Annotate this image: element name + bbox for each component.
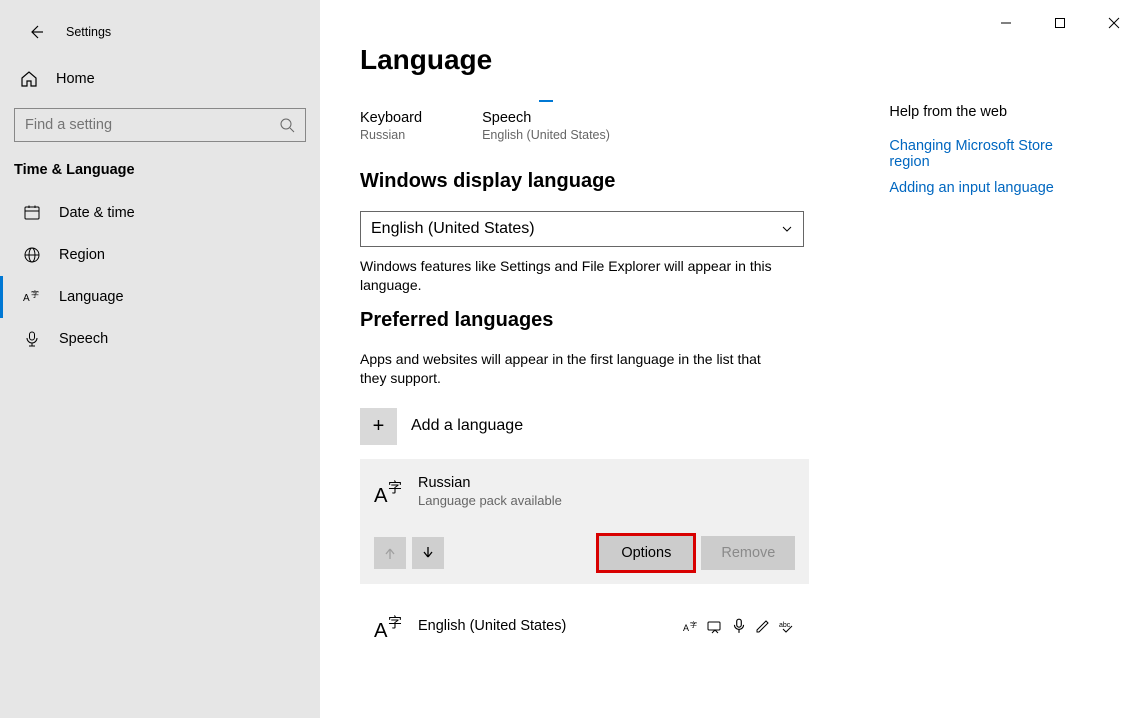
help-link-input-language[interactable]: Adding an input language (889, 180, 1097, 196)
svg-text:abc: abc (779, 622, 791, 629)
home-icon (20, 70, 38, 88)
tile-label: Speech (482, 110, 610, 126)
speech-rec-icon (731, 618, 747, 634)
language-sub: Language pack available (418, 493, 562, 508)
preferred-languages-title: Preferred languages (360, 309, 809, 332)
plus-icon: + (360, 408, 397, 445)
handwriting-icon (755, 618, 771, 634)
sidebar-item-region[interactable]: Region (0, 234, 320, 276)
sidebar-item-language[interactable]: A字 Language (0, 276, 320, 318)
sidebar-section-title: Time & Language (0, 162, 320, 192)
add-language-label: Add a language (411, 417, 523, 435)
sidebar-item-label: Speech (59, 331, 108, 347)
spellcheck-icon: abc (779, 618, 795, 634)
help-title: Help from the web (889, 104, 1097, 120)
svg-text:A: A (683, 623, 689, 633)
language-icon: A字 (374, 477, 402, 505)
help-link-store-region[interactable]: Changing Microsoft Store region (889, 138, 1097, 170)
display-language-title: Windows display language (360, 170, 809, 193)
tile-indicator (539, 100, 553, 102)
display-language-note: Windows features like Settings and File … (360, 257, 780, 295)
chevron-down-icon (781, 223, 793, 235)
sidebar-item-date-time[interactable]: Date & time (0, 192, 320, 234)
svg-text:字: 字 (31, 289, 39, 299)
language-card-english[interactable]: A字 English (United States) A字 abc (360, 598, 809, 654)
search-input[interactable] (25, 117, 279, 133)
display-lang-icon: A字 (683, 618, 699, 634)
preferred-languages-note: Apps and websites will appear in the fir… (360, 350, 780, 388)
tile-value: English (United States) (482, 128, 610, 142)
display-language-dropdown[interactable]: English (United States) (360, 211, 804, 247)
move-up-button[interactable] (374, 537, 406, 569)
search-icon (279, 117, 295, 133)
tile-value: Russian (360, 128, 422, 142)
sidebar-home-label: Home (56, 71, 95, 87)
app-title: Settings (66, 25, 111, 39)
dropdown-value: English (United States) (371, 220, 535, 238)
svg-text:字: 字 (388, 480, 402, 496)
svg-text:字: 字 (388, 614, 402, 630)
clock-icon (23, 204, 41, 222)
tile-label: Keyboard (360, 110, 422, 126)
language-name: English (United States) (418, 618, 566, 634)
remove-button[interactable]: Remove (701, 536, 795, 570)
globe-icon (23, 246, 41, 264)
language-feature-icons: A字 abc (683, 618, 795, 634)
add-language-button[interactable]: + Add a language (360, 408, 809, 445)
tile-keyboard[interactable]: Keyboard Russian (360, 100, 422, 142)
maximize-button[interactable] (1045, 8, 1075, 38)
search-input-container[interactable] (14, 108, 306, 142)
sidebar-item-label: Date & time (59, 205, 135, 221)
svg-text:A: A (374, 619, 388, 639)
move-down-button[interactable] (412, 537, 444, 569)
options-button[interactable]: Options (599, 536, 693, 570)
language-icon: A字 (374, 612, 402, 640)
text-to-speech-icon (707, 618, 723, 634)
microphone-icon (23, 330, 41, 348)
sidebar-item-label: Language (59, 289, 124, 305)
sidebar-item-label: Region (59, 247, 105, 263)
page-title: Language (360, 44, 809, 76)
back-button[interactable] (20, 16, 52, 48)
minimize-button[interactable] (991, 8, 1021, 38)
sidebar-item-speech[interactable]: Speech (0, 318, 320, 360)
sidebar-home[interactable]: Home (0, 62, 320, 108)
tile-speech[interactable]: Speech English (United States) (482, 100, 610, 142)
svg-text:字: 字 (690, 620, 697, 629)
svg-text:A: A (374, 485, 388, 505)
close-button[interactable] (1099, 8, 1129, 38)
language-name: Russian (418, 475, 562, 491)
svg-text:A: A (23, 293, 30, 304)
language-card-russian[interactable]: A字 Russian Language pack available Optio… (360, 459, 809, 584)
language-icon: A字 (23, 288, 41, 306)
